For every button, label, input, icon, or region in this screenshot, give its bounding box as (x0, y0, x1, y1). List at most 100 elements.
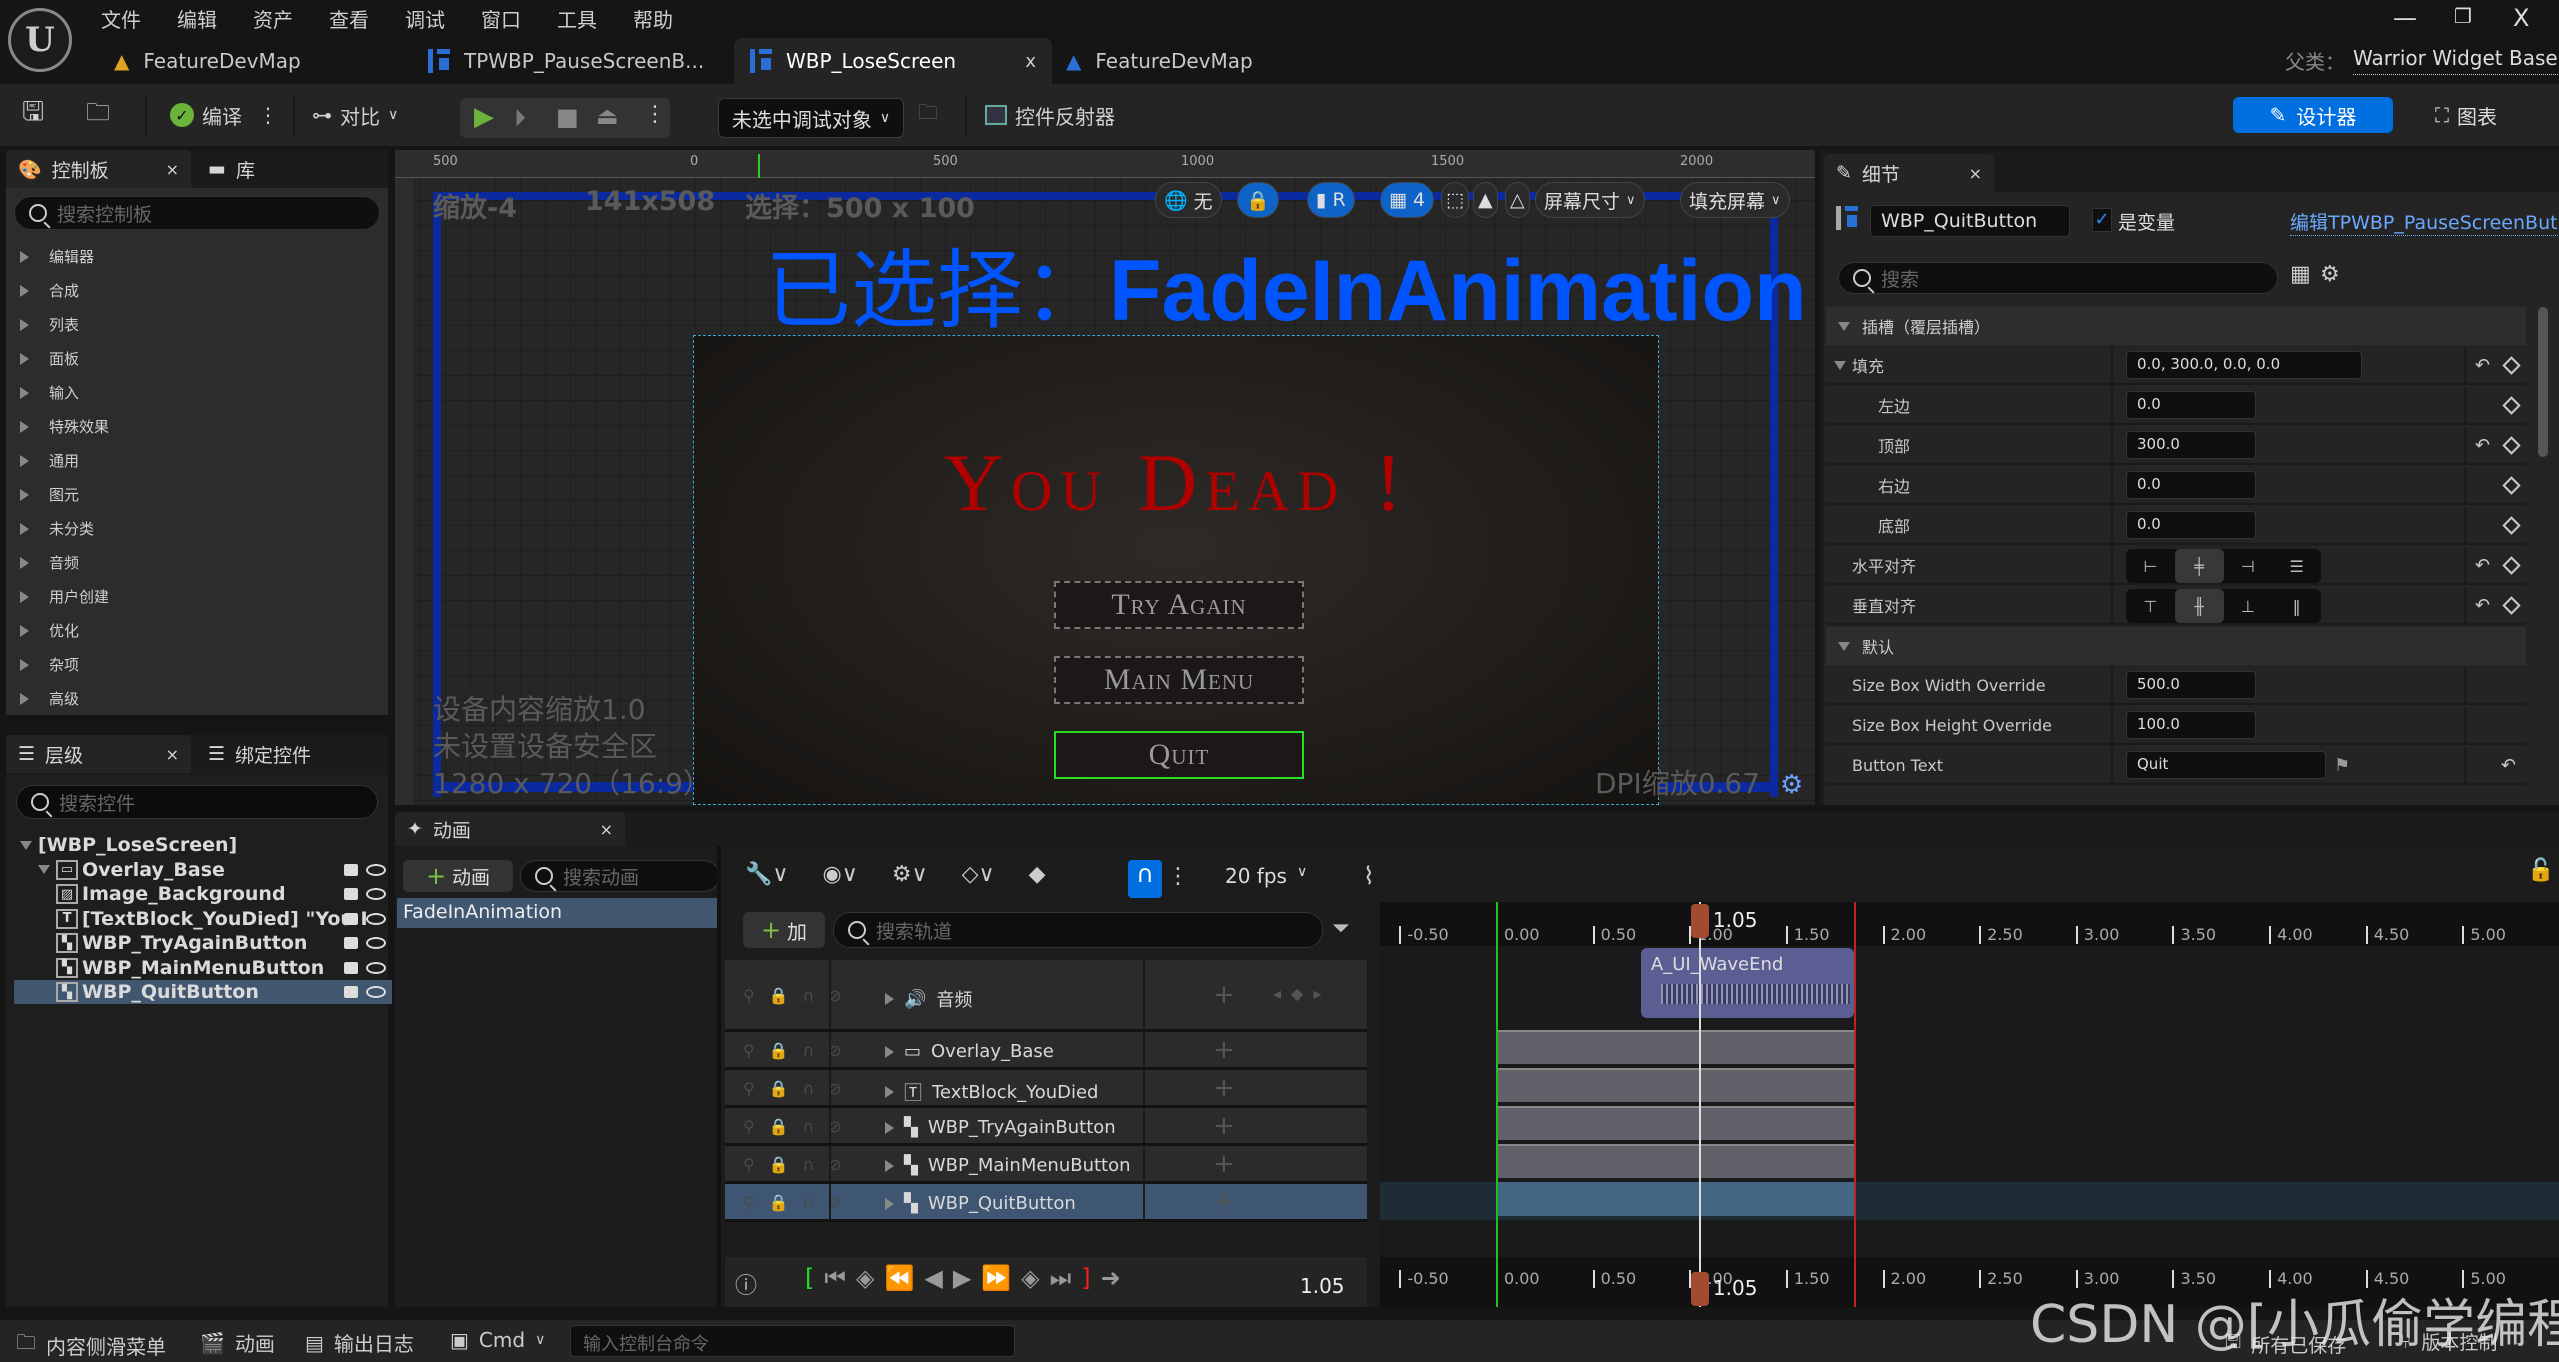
palette-category[interactable]: 输入 (20, 382, 79, 403)
palette-search-input[interactable]: 搜索控制板 (14, 196, 380, 230)
align-vfill-icon[interactable]: ‖ (2272, 589, 2321, 623)
property-matrix-icon[interactable]: ▦ (2290, 262, 2311, 287)
expand-arrow-icon[interactable] (885, 1159, 894, 1172)
track-row[interactable]: ⚲🔒∩⊘ 🔊 音频 + ◂◆▸ (725, 960, 1367, 1032)
grid-snap-tool[interactable]: ▦ 4 (1380, 182, 1435, 218)
hierarchy-item[interactable]: ▨ Image_Background (14, 882, 392, 906)
reset-icon[interactable]: ↶ (2475, 595, 2490, 616)
menu-window[interactable]: 窗口 (481, 4, 521, 33)
keyframe-diamond-icon[interactable] (2502, 515, 2521, 535)
add-subtrack-icon[interactable]: + (1213, 1073, 1235, 1103)
add-animation-button[interactable]: + 动画 (403, 860, 513, 892)
palette-category[interactable]: 面板 (20, 348, 79, 369)
tab-bind-widgets[interactable]: ☰ 绑定控件 (196, 735, 323, 773)
reset-icon[interactable]: ↶ (2475, 435, 2490, 456)
reset-icon[interactable]: ↶ (2475, 355, 2490, 376)
doc-tab-pausescreen[interactable]: TPWBP_PauseScreenB... (412, 38, 720, 84)
track-section-bar[interactable] (1495, 1106, 1854, 1140)
visibility-eye-icon[interactable] (366, 888, 386, 900)
keyframe-diamond-icon[interactable] (2502, 475, 2521, 495)
fps-dropdown[interactable]: 20 fps ∨ (1225, 864, 1307, 888)
details-scrollbar[interactable] (2538, 307, 2548, 457)
range-end-marker[interactable] (1853, 902, 1856, 1307)
settings-gear-icon[interactable]: ⚙ (2320, 262, 2340, 287)
timeline-area[interactable]: A_UI_WaveEnd -0.50 -0.50 0.00 0.00 0.50 0.50 1.… (1380, 902, 2559, 1307)
lock-tool[interactable]: 🔒 (1237, 182, 1279, 218)
loop-icon[interactable]: ➜ (1101, 1264, 1121, 1292)
fill-screen-dropdown[interactable]: 填充屏幕 ∨ (1680, 182, 1790, 218)
try-again-button[interactable]: Try Again (1054, 581, 1304, 629)
track-section-bar[interactable] (1495, 1144, 1854, 1178)
palette-category[interactable]: 列表 (20, 314, 79, 335)
visibility-eye-icon[interactable] (366, 912, 386, 925)
animation-search-input[interactable]: 搜索动画 (520, 860, 720, 892)
size-box-height-input[interactable]: 100.0 (2126, 711, 2256, 739)
is-variable-checkbox[interactable]: ✓ (2092, 208, 2112, 232)
respect-lock-tool[interactable]: ▮ R (1307, 182, 1355, 218)
dpi-settings-gear-icon[interactable]: ⚙ (1780, 770, 1803, 800)
add-track-button[interactable]: + 加 (743, 912, 825, 948)
default-section-header[interactable]: 默认 (1826, 627, 2526, 665)
track-row[interactable]: ⚲🔒∩⊘ 🅃 TextBlock_YouDied + (725, 1070, 1367, 1108)
unlock-icon[interactable] (344, 986, 358, 998)
track-controls[interactable]: ⚲🔒∩⊘ (743, 1079, 856, 1098)
quit-button[interactable]: Quit (1054, 731, 1304, 779)
compile-options-icon[interactable]: ⋮ (258, 103, 278, 127)
playhead-line[interactable] (1698, 902, 1701, 1307)
flip-tool[interactable]: ▲ (1473, 182, 1498, 218)
edit-parent-link[interactable]: 编辑TPWBP_PauseScreenBut (2290, 208, 2558, 236)
unlock-icon[interactable]: 🔓 (2527, 858, 2554, 883)
add-subtrack-icon[interactable]: + (1213, 980, 1235, 1010)
unreal-logo[interactable]: U (8, 8, 72, 72)
unlock-icon[interactable] (344, 863, 358, 876)
expand-arrow-icon[interactable] (885, 993, 894, 1005)
hierarchy-item[interactable]: T [TextBlock_YouDied] "You I (14, 907, 392, 931)
info-icon[interactable]: ⓘ (735, 1268, 757, 1300)
menu-file[interactable]: 文件 (101, 4, 141, 33)
track-controls[interactable]: ⚲🔒∩⊘ (743, 1155, 856, 1174)
palette-category[interactable]: 特殊效果 (20, 416, 109, 437)
reset-icon[interactable]: ↶ (2501, 755, 2516, 776)
menu-edit[interactable]: 编辑 (177, 4, 217, 33)
track-controls[interactable]: ⚲🔒∩⊘ (743, 1117, 856, 1136)
set-start-icon[interactable]: [ (805, 1264, 814, 1292)
localization-tool[interactable]: 🌐 无 (1155, 182, 1222, 218)
palette-category[interactable]: 高级 (20, 688, 79, 709)
track-row[interactable]: ⚲🔒∩⊘ ▚ WBP_MainMenuButton + (725, 1146, 1367, 1184)
track-row[interactable]: ⚲🔒∩⊘ ▚ WBP_TryAgainButton + (725, 1108, 1367, 1146)
set-end-icon[interactable]: ] (1081, 1264, 1090, 1292)
step-forward-icon[interactable]: ⏩ (981, 1264, 1011, 1292)
close-window-button[interactable]: X (2513, 4, 2529, 32)
unlock-icon[interactable] (344, 912, 358, 925)
doc-tab-featuredevmap[interactable]: ▲ FeatureDevMap (98, 38, 317, 84)
doc-tab-losescreen[interactable]: WBP_LoseScreen x (734, 38, 1052, 84)
current-time-readout[interactable]: 1.05 (1300, 1274, 1345, 1298)
visibility-eye-icon[interactable] (366, 986, 386, 998)
close-tab-icon[interactable]: x (1025, 51, 1036, 72)
debug-target-dropdown[interactable]: 未选中调试对象 ∨ (718, 98, 904, 138)
button-text-input[interactable]: Quit (2126, 751, 2326, 779)
prev-key-icon[interactable]: ◈ (856, 1264, 874, 1292)
track-section-bar[interactable] (1495, 1030, 1854, 1064)
browse-button[interactable]: 🗀 (86, 96, 110, 134)
align-middle-icon[interactable]: ╫ (2174, 589, 2224, 623)
add-subtrack-icon[interactable]: + (1213, 1035, 1235, 1065)
palette-category[interactable]: 未分类 (20, 518, 94, 539)
track-controls[interactable]: ⚲🔒∩⊘ (743, 1041, 856, 1060)
tab-animation[interactable]: ✦ 动画 × (395, 812, 625, 846)
menu-help[interactable]: 帮助 (633, 4, 673, 33)
visibility-eye-icon[interactable] (366, 961, 386, 974)
palette-category[interactable]: 用户创建 (20, 586, 109, 607)
expand-arrow-icon[interactable] (885, 1086, 894, 1098)
expand-arrow-icon[interactable] (885, 1121, 894, 1134)
eject-icon[interactable]: ⏏ (596, 102, 619, 130)
jump-to-start-icon[interactable]: ⏮ (824, 1264, 846, 1292)
jump-to-end-icon[interactable]: ⏭ (1050, 1264, 1072, 1292)
menu-view[interactable]: 查看 (329, 4, 369, 33)
stop-icon[interactable]: ■ (556, 103, 579, 131)
main-menu-button[interactable]: Main Menu (1054, 656, 1304, 704)
play-reverse-icon[interactable]: ◀ (924, 1264, 942, 1292)
keyframe-diamond-icon[interactable] (2502, 395, 2521, 415)
next-key-icon[interactable]: ◈ (1021, 1264, 1039, 1292)
playhead-handle-bottom[interactable] (1690, 1272, 1709, 1306)
